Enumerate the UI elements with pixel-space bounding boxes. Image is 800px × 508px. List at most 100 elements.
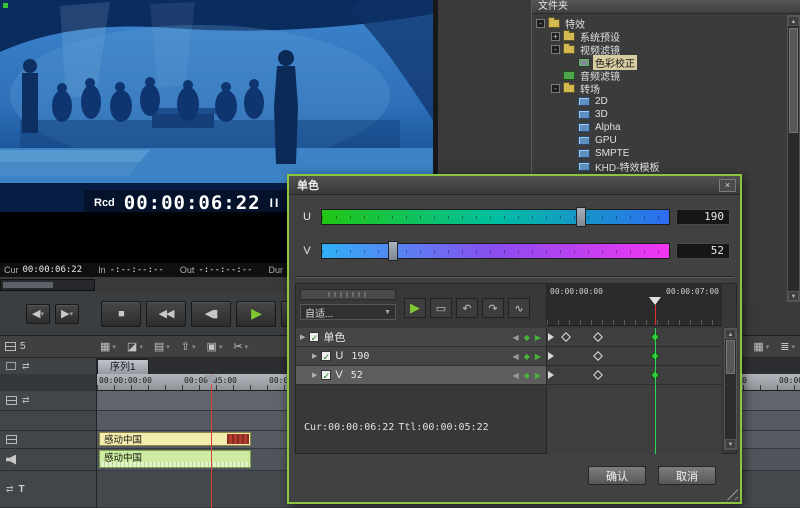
timeline-playhead-handle[interactable]	[204, 375, 218, 385]
row-checkbox[interactable]: ✓	[321, 351, 332, 362]
track-header-4[interactable]: ⇄ T	[0, 471, 96, 508]
keyframe-row-0[interactable]: ▶ ✓ 单色 ◀ ◆ ▶	[296, 328, 546, 347]
u-slider[interactable]	[321, 207, 670, 227]
undo-button[interactable]: ↶	[456, 298, 478, 318]
add-key-icon[interactable]: ◆	[524, 333, 530, 342]
folder-icon	[548, 17, 560, 28]
expander-icon[interactable]: ▶	[300, 333, 305, 341]
folder-scrollbar-thumb[interactable]	[789, 28, 798, 133]
v-value-field[interactable]: 52	[676, 243, 730, 259]
close-button[interactable]: ×	[719, 178, 736, 192]
scroll-down-icon[interactable]: ▼	[725, 439, 736, 449]
keyframe-scrollbar[interactable]: ▲ ▼	[724, 328, 737, 450]
track-header-1[interactable]	[0, 411, 96, 431]
row-checkbox[interactable]: ✓	[309, 332, 320, 343]
film-icon	[6, 435, 17, 444]
keyframe-lane-2[interactable]	[547, 366, 722, 385]
cancel-button[interactable]: 取消	[658, 466, 716, 485]
tree-item-1[interactable]: + 系统预设	[532, 30, 786, 44]
tree-expander-icon[interactable]: -	[551, 84, 560, 93]
stop-icon: ■	[118, 307, 125, 320]
play-button[interactable]: ▶	[404, 298, 426, 318]
tree-item-6[interactable]: 2D	[532, 95, 786, 108]
keyframe-row-1[interactable]: ▶ ✓ U 190 ◀ ◆ ▶	[296, 347, 546, 366]
tree-item-4[interactable]: 音频滤镜	[532, 69, 786, 83]
prev-key-icon[interactable]: ◀	[513, 352, 519, 361]
save-button[interactable]: ▣ ▾	[207, 340, 223, 353]
scroll-up-icon[interactable]: ▲	[725, 329, 736, 339]
timeline-playhead[interactable]	[211, 374, 212, 508]
redo-button[interactable]: ↷	[482, 298, 504, 318]
sequence-tab[interactable]: 序列1	[97, 359, 149, 374]
tree-item-3[interactable]: 色彩校正	[532, 55, 786, 70]
keyframe-playhead-handle[interactable]	[648, 297, 661, 305]
folder-scrollbar[interactable]: ▲ ▼	[787, 15, 800, 302]
play-button[interactable]: ▶	[236, 300, 276, 327]
plain-keyframe-icon[interactable]	[592, 370, 603, 380]
mark-out-button[interactable]: ▶ ▾	[55, 303, 79, 324]
export-button[interactable]: ⇧ ▾	[181, 340, 196, 353]
tree-expander-icon[interactable]: +	[551, 32, 560, 41]
track-header-2[interactable]	[0, 431, 96, 449]
row-checkbox[interactable]: ✓	[321, 370, 332, 381]
confirm-button[interactable]: 确认	[588, 466, 646, 485]
comment-button[interactable]: ▭	[430, 298, 452, 318]
grid-button[interactable]: ▦ ▾	[753, 340, 769, 353]
audio-clip[interactable]: 感动中国	[99, 450, 251, 468]
video-clip[interactable]: 感动中国	[99, 432, 251, 446]
tree-expander-icon[interactable]: -	[536, 19, 545, 28]
prev-key-icon[interactable]: ◀	[513, 333, 519, 342]
tree-item-8[interactable]: Alpha	[532, 121, 786, 134]
tree-item-0[interactable]: - 特效	[532, 17, 786, 31]
keyframe-lane-0[interactable]	[547, 328, 722, 347]
v-slider[interactable]	[321, 241, 670, 261]
u-value-field[interactable]: 190	[676, 209, 730, 225]
add-key-icon[interactable]: ◆	[524, 352, 530, 361]
preview-scrollbar[interactable]	[0, 279, 95, 291]
tree-expander-icon[interactable]: -	[551, 45, 560, 54]
plain-keyframe-icon[interactable]	[592, 332, 603, 342]
tree-item-2[interactable]: - 视频滤镜	[532, 43, 786, 57]
cut-button[interactable]: ✂ ▾	[233, 340, 248, 353]
plain-keyframe-icon[interactable]	[592, 351, 603, 361]
tree-item-11[interactable]: KHD-特效模板	[532, 160, 786, 174]
rewind-button[interactable]: ◀◀	[146, 300, 186, 327]
preset-grip[interactable]	[300, 289, 396, 300]
mixer-button[interactable]: ◪ ▾	[127, 340, 143, 353]
preview-scrollbar-thumb[interactable]	[3, 282, 53, 288]
scroll-up-icon[interactable]: ▲	[788, 16, 799, 26]
keyframe-cursor-line[interactable]	[654, 328, 656, 454]
expander-icon[interactable]: ▶	[312, 371, 317, 379]
keyframe-lane-1[interactable]	[547, 347, 722, 366]
arrows-icon[interactable]: ⇄	[22, 361, 30, 372]
mark-in-button[interactable]: ◀ ▾	[26, 303, 50, 324]
previous-frame-button[interactable]: ◀▮	[191, 300, 231, 327]
tree-item-7[interactable]: 3D	[532, 108, 786, 121]
add-key-icon[interactable]: ◆	[524, 371, 530, 380]
track-mode-icon[interactable]	[6, 362, 16, 370]
expander-icon[interactable]: ▶	[312, 352, 317, 360]
resize-grip[interactable]	[724, 486, 738, 500]
preset-dropdown[interactable]: 自适... ▼	[300, 304, 396, 320]
scroll-down-icon[interactable]: ▼	[788, 291, 799, 301]
curve-button[interactable]: ∿	[508, 298, 530, 318]
plain-keyframe-icon[interactable]	[561, 332, 572, 342]
keyframe-row-2[interactable]: ▶ ✓ V 52 ◀ ◆ ▶	[296, 366, 546, 385]
tree-item-9[interactable]: GPU	[532, 134, 786, 147]
stop-button[interactable]: ■	[101, 300, 141, 327]
keyframe-scrollbar-thumb[interactable]	[726, 340, 735, 374]
next-key-icon[interactable]: ▶	[535, 333, 541, 342]
tree-item-5[interactable]: - 转场	[532, 82, 786, 96]
dialog-titlebar[interactable]: 单色 ×	[289, 176, 740, 195]
u-slider-handle[interactable]	[575, 207, 586, 227]
new-sequence-button[interactable]: ▤ ▾	[154, 340, 170, 353]
v-slider-handle[interactable]	[388, 241, 399, 261]
list-button[interactable]: ≣ ▾	[780, 340, 795, 353]
keyframe-ruler[interactable]: 00:00:00:00 00:00:07:00	[546, 284, 722, 326]
next-key-icon[interactable]: ▶	[535, 352, 541, 361]
track-header-0[interactable]: ⇄	[0, 391, 96, 411]
prev-key-icon[interactable]: ◀	[513, 371, 519, 380]
bin-button[interactable]: ▦ ▾	[100, 340, 116, 353]
next-key-icon[interactable]: ▶	[535, 371, 541, 380]
track-header-3[interactable]	[0, 449, 96, 471]
